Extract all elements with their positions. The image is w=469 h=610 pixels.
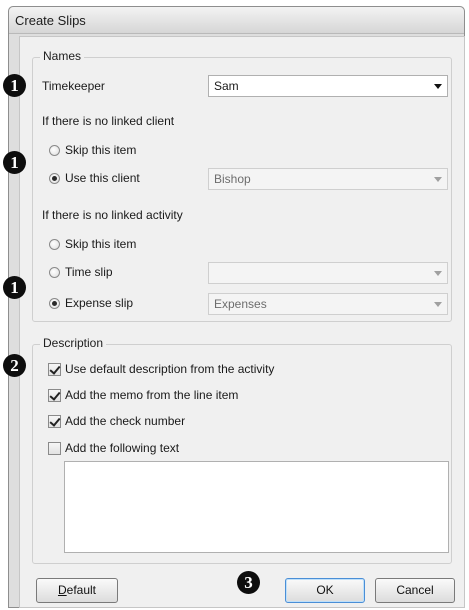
check-number-checkbox[interactable]: [48, 415, 61, 428]
default-description-checkbox[interactable]: [48, 363, 61, 376]
default-description-label[interactable]: Use default description from the activit…: [65, 362, 274, 376]
expense-slip-value: Expenses: [214, 297, 267, 311]
timekeeper-value: Sam: [214, 79, 239, 93]
description-legend: Description: [40, 336, 107, 350]
client-heading: If there is no linked client: [42, 114, 175, 128]
memo-checkbox[interactable]: [48, 389, 61, 402]
use-client-label[interactable]: Use this client: [65, 171, 140, 185]
default-button[interactable]: Default: [36, 578, 118, 603]
callout-badge-1: 1: [3, 74, 26, 97]
ok-button[interactable]: OK: [285, 578, 365, 603]
following-text-area[interactable]: [64, 461, 449, 553]
callout-badge-1: 1: [3, 151, 26, 174]
time-slip-label[interactable]: Time slip: [65, 265, 113, 279]
chevron-down-icon: [434, 302, 442, 307]
default-label-rest: efault: [66, 583, 97, 597]
check-number-label[interactable]: Add the check number: [65, 414, 185, 428]
following-text-checkbox[interactable]: [48, 442, 61, 455]
create-slips-dialog: Create Slips Names Timekeeper Sam If the…: [8, 6, 465, 608]
skip-client-radio[interactable]: [49, 145, 60, 156]
activity-heading: If there is no linked activity: [42, 208, 183, 222]
callout-badge-2: 2: [3, 354, 26, 377]
timekeeper-dropdown[interactable]: Sam: [208, 75, 448, 97]
window-title: Create Slips: [15, 13, 86, 28]
following-text-label[interactable]: Add the following text: [65, 441, 179, 455]
callout-badge-1: 1: [3, 276, 26, 299]
chevron-down-icon: [434, 271, 442, 276]
expense-slip-dropdown[interactable]: Expenses: [208, 293, 448, 315]
time-slip-dropdown[interactable]: [208, 262, 448, 284]
ok-label: OK: [316, 583, 334, 597]
skip-client-label[interactable]: Skip this item: [65, 143, 136, 157]
dialog-body: Names Timekeeper Sam If there is no link…: [19, 36, 465, 608]
chevron-down-icon: [434, 177, 442, 182]
cancel-button[interactable]: Cancel: [375, 578, 455, 603]
memo-label[interactable]: Add the memo from the line item: [65, 388, 238, 402]
client-value: Bishop: [214, 172, 251, 186]
names-legend: Names: [40, 49, 85, 63]
client-dropdown[interactable]: Bishop: [208, 168, 448, 190]
default-mnemonic: D: [57, 583, 67, 597]
title-bar[interactable]: Create Slips: [9, 7, 464, 34]
time-slip-radio[interactable]: [49, 267, 60, 278]
chevron-down-icon: [434, 84, 442, 89]
expense-slip-label[interactable]: Expense slip: [65, 296, 133, 310]
use-client-radio[interactable]: [49, 173, 60, 184]
skip-activity-radio[interactable]: [49, 239, 60, 250]
callout-badge-3: 3: [237, 571, 260, 594]
skip-activity-label[interactable]: Skip this item: [65, 237, 136, 251]
cancel-label: Cancel: [396, 583, 434, 597]
timekeeper-label: Timekeeper: [42, 79, 105, 93]
expense-slip-radio[interactable]: [49, 298, 60, 309]
